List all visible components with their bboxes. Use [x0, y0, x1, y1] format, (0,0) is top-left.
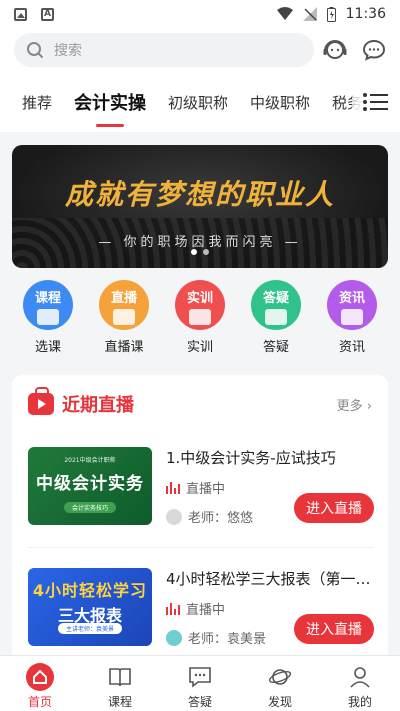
- message-icon[interactable]: [362, 38, 386, 62]
- menu-icon: [363, 93, 388, 111]
- status-text: 直播中: [186, 482, 226, 497]
- tab-junior-title[interactable]: 初级职称: [168, 92, 228, 113]
- shortcut-live[interactable]: 直播 直播课: [94, 280, 154, 360]
- top-bar: 搜索: [0, 28, 400, 72]
- bottom-nav: 首页 课程 答疑 发现 我的: [0, 655, 400, 711]
- shortcut-badge: 直播: [110, 291, 137, 306]
- status-time: 11:36: [345, 6, 386, 22]
- course-thumbnail: 4小时轻松学习 三大报表 主讲老师：袁美景: [28, 568, 152, 646]
- live-tv-icon: [113, 309, 135, 325]
- course-title: 4小时轻松学三大报表（第一…: [166, 570, 371, 588]
- status-bar: A 11:36: [0, 0, 400, 28]
- shortcut-label: 选课: [34, 340, 61, 355]
- live-bars-icon: [166, 602, 180, 615]
- shortcut-badge: 资讯: [338, 291, 365, 306]
- nav-home[interactable]: 首页: [0, 656, 80, 711]
- nav-courses[interactable]: 课程: [80, 656, 160, 711]
- banner-title: 成就有梦想的职业人: [64, 178, 335, 211]
- user-icon: [346, 663, 374, 691]
- live-course-item[interactable]: 4小时轻松学习 三大报表 主讲老师：袁美景 4小时轻松学三大报表（第一… 直播中…: [28, 568, 374, 648]
- news-document-icon: 资讯: [327, 280, 377, 330]
- tab-menu-button[interactable]: [352, 72, 400, 132]
- newspaper-icon: [341, 309, 363, 325]
- course-thumbnail: 2021中级会计职称 中级会计实务 会计实务技巧: [28, 447, 152, 525]
- search-icon: [27, 42, 44, 59]
- shortcut-news[interactable]: 资讯 资讯: [322, 280, 382, 360]
- live-tv-icon: [28, 387, 54, 415]
- search-placeholder: 搜索: [54, 43, 82, 59]
- shortcut-label: 直播课: [104, 340, 144, 355]
- nav-label: 发现: [267, 695, 292, 709]
- customer-service-icon[interactable]: [322, 37, 348, 63]
- status-text: 直播中: [186, 603, 226, 618]
- qa-chat-icon: 答疑: [251, 280, 301, 330]
- enter-live-button[interactable]: 进入直播: [294, 614, 374, 644]
- graduation-cap-icon: 实训: [175, 280, 225, 330]
- enter-live-button[interactable]: 进入直播: [294, 493, 374, 523]
- thumbnail-title: 中级会计实务: [36, 474, 144, 494]
- cap-shape-icon: [189, 309, 211, 325]
- nav-label: 课程: [107, 695, 132, 709]
- tab-accounting-practice[interactable]: 会计实操: [74, 89, 146, 127]
- chat-icon: [186, 663, 214, 691]
- recent-live-card: 近期直播 更多 › 2021中级会计职称 中级会计实务 会计实务技巧 1.中级会…: [12, 375, 388, 665]
- live-camera-icon: 直播: [99, 280, 149, 330]
- more-link[interactable]: 更多 ›: [337, 395, 372, 414]
- gallery-notification-icon: [14, 7, 27, 21]
- nav-label: 我的: [347, 695, 372, 709]
- banner-dot: [203, 249, 209, 255]
- planet-icon: [266, 663, 294, 691]
- thumbnail-caption: 2021中级会计职称: [64, 457, 116, 464]
- nav-qa[interactable]: 答疑: [160, 656, 240, 711]
- book-icon: [106, 663, 134, 691]
- home-icon: [26, 663, 54, 691]
- more-label: 更多: [336, 398, 363, 414]
- banner-dot-active: [191, 249, 197, 255]
- shortcut-label: 答疑: [262, 340, 289, 355]
- category-tabs: 推荐 会计实操 初级职称 中级职称 税务: [0, 72, 400, 132]
- teacher-name: 老师：悠悠: [188, 511, 254, 526]
- category-shortcuts: 课程 选课 直播 直播课 实训 实训 答疑 答疑 资讯 资讯: [0, 280, 400, 360]
- shortcut-label: 资讯: [338, 340, 365, 355]
- shortcut-badge: 课程: [34, 291, 61, 306]
- search-input[interactable]: 搜索: [14, 33, 314, 67]
- shortcut-label: 实训: [186, 340, 213, 355]
- thumbnail-pill: 主讲老师：袁美景: [57, 623, 123, 634]
- tab-intermediate-title[interactable]: 中级职称: [250, 92, 310, 113]
- shortcut-qa[interactable]: 答疑 答疑: [246, 280, 306, 360]
- chat-bubble-icon: [265, 309, 287, 325]
- live-course-item[interactable]: 2021中级会计职称 中级会计实务 会计实务技巧 1.中级会计实务-应试技巧 直…: [28, 447, 374, 527]
- battery-icon: [326, 6, 336, 22]
- banner-pagination: [191, 249, 209, 255]
- wifi-icon: [276, 7, 293, 20]
- course-icon: 课程: [23, 280, 73, 330]
- section-title: 近期直播: [62, 395, 134, 416]
- video-screen-icon: [37, 309, 59, 325]
- promo-banner[interactable]: 成就有梦想的职业人 — 你的职场因我而闪亮 —: [12, 145, 388, 268]
- banner-subtitle: — 你的职场因我而闪亮 —: [98, 235, 302, 250]
- chevron-right-icon: ›: [366, 398, 372, 414]
- avatar: [166, 508, 182, 525]
- course-info: 1.中级会计实务-应试技巧 直播中 老师：悠悠 进入直播: [166, 447, 374, 527]
- nav-me[interactable]: 我的: [320, 656, 400, 711]
- signal-icon: [302, 7, 317, 21]
- teacher-name: 老师：袁美景: [188, 632, 267, 647]
- shortcut-badge: 答疑: [262, 291, 289, 306]
- live-bars-icon: [166, 481, 180, 494]
- course-title: 1.中级会计实务-应试技巧: [166, 449, 336, 467]
- shortcut-courses[interactable]: 课程 选课: [18, 280, 78, 360]
- course-info: 4小时轻松学三大报表（第一… 直播中 老师：袁美景 进入直播: [166, 568, 374, 648]
- tab-recommend[interactable]: 推荐: [22, 92, 52, 113]
- nav-label: 答疑: [187, 695, 212, 709]
- app-notification-icon: A: [41, 7, 54, 21]
- nav-label: 首页: [27, 695, 52, 709]
- avatar: [166, 629, 182, 646]
- recent-live-header: 近期直播 更多 ›: [12, 375, 388, 433]
- thumbnail-pill: 会计实务技巧: [63, 502, 117, 513]
- divider: [28, 547, 374, 548]
- shortcut-training[interactable]: 实训 实训: [170, 280, 230, 360]
- nav-discover[interactable]: 发现: [240, 656, 320, 711]
- shortcut-badge: 实训: [186, 291, 213, 306]
- thumbnail-title: 4小时轻松学习: [32, 581, 148, 600]
